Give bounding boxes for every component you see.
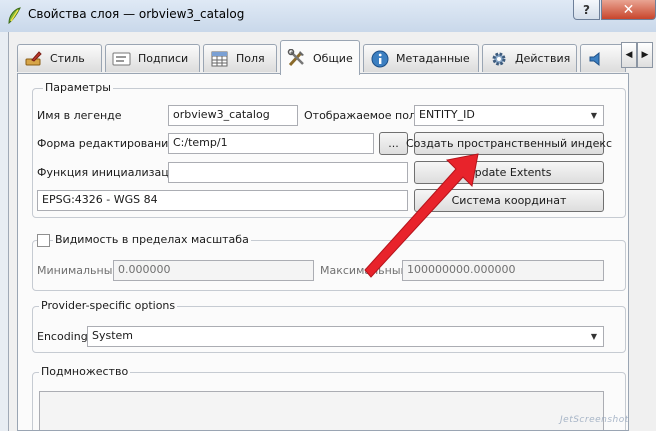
window-title: Свойства слоя — orbview3_catalog	[28, 7, 245, 21]
table-icon	[210, 50, 230, 68]
tab-scroll-left-button[interactable]: ◀	[621, 42, 637, 68]
watermark: JetScreenshot	[560, 415, 629, 425]
tab-scroll-right-button[interactable]: ▶	[637, 42, 653, 68]
label-icon	[112, 50, 132, 68]
tab-actions[interactable]: Действия	[482, 44, 577, 72]
encoding-value: System	[92, 329, 134, 342]
scale-visibility-group: Видимость в пределах масштаба Минимальны…	[32, 233, 626, 291]
dialog-client-area: Стиль Подписи Поля Общие Метаданные Дейс…	[8, 32, 656, 431]
provider-options-group: Provider-specific options Encoding Syste…	[32, 299, 626, 353]
general-tab-page: Параметры Имя в легенде orbview3_catalog…	[17, 73, 629, 431]
tab-general-label: Общие	[313, 51, 353, 65]
tab-fields-label: Поля	[236, 52, 265, 65]
encoding-label: Encoding	[37, 330, 88, 343]
display-field-value: ENTITY_ID	[419, 108, 475, 121]
tab-joins[interactable]	[580, 44, 626, 72]
layer-properties-window: Свойства слоя — orbview3_catalog ? ✕ Сти…	[0, 0, 656, 431]
tab-scroll-arrows: ◀ ▶	[621, 42, 653, 68]
provider-options-title: Provider-specific options	[39, 299, 178, 312]
encoding-select[interactable]: System ▼	[87, 326, 604, 347]
chevron-down-icon: ▼	[590, 332, 598, 341]
display-field-select[interactable]: ENTITY_ID ▼	[414, 105, 604, 126]
tab-fields[interactable]: Поля	[203, 44, 277, 72]
parameters-group-title: Параметры	[43, 81, 113, 94]
subset-title: Подмножество	[39, 365, 131, 378]
subset-group: Подмножество	[32, 365, 626, 430]
scale-visibility-checkbox[interactable]	[37, 234, 50, 247]
browse-button[interactable]: ...	[379, 132, 408, 155]
speaker-icon	[587, 50, 607, 68]
gear-icon	[489, 50, 509, 68]
max-scale-input[interactable]: 100000000.000000	[402, 260, 604, 281]
scale-visibility-title: Видимость в пределах масштаба	[53, 233, 251, 246]
legend-name-label: Имя в легенде	[37, 109, 122, 122]
tools-icon	[287, 48, 307, 67]
max-scale-label: Максимальный	[320, 264, 408, 277]
tab-style-label: Стиль	[50, 52, 85, 65]
crs-button[interactable]: Система координат	[414, 189, 604, 212]
edit-form-label: Форма редактирования	[37, 137, 175, 150]
tab-labels[interactable]: Подписи	[105, 44, 200, 72]
edit-form-input[interactable]: C:/temp/1	[168, 133, 374, 154]
close-button[interactable]: ✕	[601, 0, 656, 20]
tab-general[interactable]: Общие	[280, 40, 360, 75]
crs-display-field[interactable]: EPSG:4326 - WGS 84	[37, 190, 408, 211]
qgis-app-icon	[8, 7, 21, 24]
help-button[interactable]: ?	[573, 0, 600, 20]
init-function-input[interactable]	[168, 162, 408, 183]
tab-actions-label: Действия	[515, 52, 571, 65]
min-scale-label: Минимальный	[37, 264, 120, 277]
info-icon	[370, 50, 390, 68]
init-function-label: Функция инициализации	[37, 166, 183, 179]
tab-metadata-label: Метаданные	[396, 52, 470, 65]
display-field-label: Отображаемое поле	[304, 109, 423, 122]
subset-textarea[interactable]	[39, 391, 604, 430]
parameters-group: Параметры Имя в легенде orbview3_catalog…	[32, 81, 626, 218]
create-spatial-index-button[interactable]: Создать пространственный индекс	[406, 132, 612, 155]
update-extents-button[interactable]: Update Extents	[414, 161, 604, 184]
chevron-down-icon: ▼	[590, 111, 598, 120]
min-scale-input[interactable]: 0.000000	[113, 260, 314, 281]
paintbrush-icon	[24, 50, 44, 68]
tab-bar: Стиль Подписи Поля Общие Метаданные Дейс…	[17, 40, 629, 75]
tab-style[interactable]: Стиль	[17, 44, 102, 72]
legend-name-input[interactable]: orbview3_catalog	[168, 105, 298, 126]
title-bar: Свойства слоя — orbview3_catalog ? ✕	[0, 0, 656, 32]
tab-labels-label: Подписи	[138, 52, 189, 65]
tab-metadata[interactable]: Метаданные	[363, 44, 479, 72]
